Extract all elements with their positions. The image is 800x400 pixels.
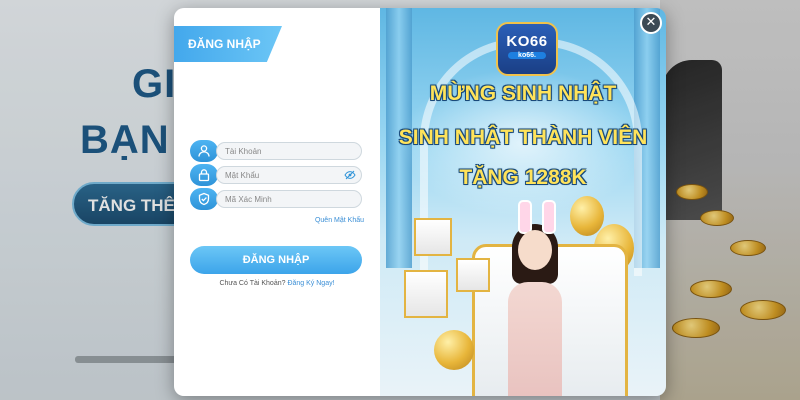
ko66-logo: KO66 ko66. [496, 22, 558, 76]
gift-box-decor [414, 218, 452, 256]
shield-check-icon [190, 188, 218, 210]
promo-line-2: SINH NHẬT THÀNH VIÊN [398, 126, 648, 149]
username-field [190, 140, 362, 162]
captcha-input[interactable] [216, 190, 362, 208]
login-title-tab: ĐĂNG NHẬP [174, 26, 282, 62]
login-submit-button[interactable]: ĐĂNG NHẬP [190, 246, 362, 274]
register-link[interactable]: Đăng Ký Ngay! [287, 280, 334, 287]
gift-box-decor [404, 270, 448, 318]
register-prompt: Chưa Có Tài Khoản? Đăng Ký Ngay! [174, 280, 380, 287]
gold-coin-decor [434, 330, 474, 370]
login-panel: ĐĂNG NHẬP Quên Mật Khẩu ĐĂNG NHẬP Chưa C… [174, 8, 380, 396]
bunny-ear-decor [518, 200, 532, 234]
promo-banner: KO66 ko66. MỪNG SINH NHẬT SINH NHẬT THÀN… [380, 8, 666, 396]
username-input[interactable] [216, 142, 362, 160]
bunny-ear-decor [542, 200, 556, 234]
lock-icon [190, 164, 218, 186]
logo-main-text: KO66 [506, 33, 548, 50]
gift-box-decor [456, 258, 490, 292]
promo-line-1: MỪNG SINH NHẬT [429, 82, 617, 105]
login-title: ĐĂNG NHẬP [188, 37, 261, 51]
mascot-face [518, 230, 552, 270]
password-input[interactable] [216, 166, 362, 184]
user-icon [190, 140, 218, 162]
password-field [190, 164, 362, 186]
no-account-text: Chưa Có Tài Khoản? [219, 280, 286, 287]
logo-sub-text: ko66. [508, 52, 546, 59]
login-modal: ĐĂNG NHẬP Quên Mật Khẩu ĐĂNG NHẬP Chưa C… [174, 8, 666, 396]
captcha-field [190, 188, 362, 210]
eye-slash-icon[interactable] [344, 170, 356, 180]
mascot-illustration [502, 200, 568, 396]
close-icon[interactable]: ✕ [640, 12, 662, 34]
forgot-password-link[interactable]: Quên Mật Khẩu [315, 217, 364, 224]
promo-line-3: TẶNG 1288K [459, 166, 587, 189]
mascot-body [508, 282, 562, 396]
